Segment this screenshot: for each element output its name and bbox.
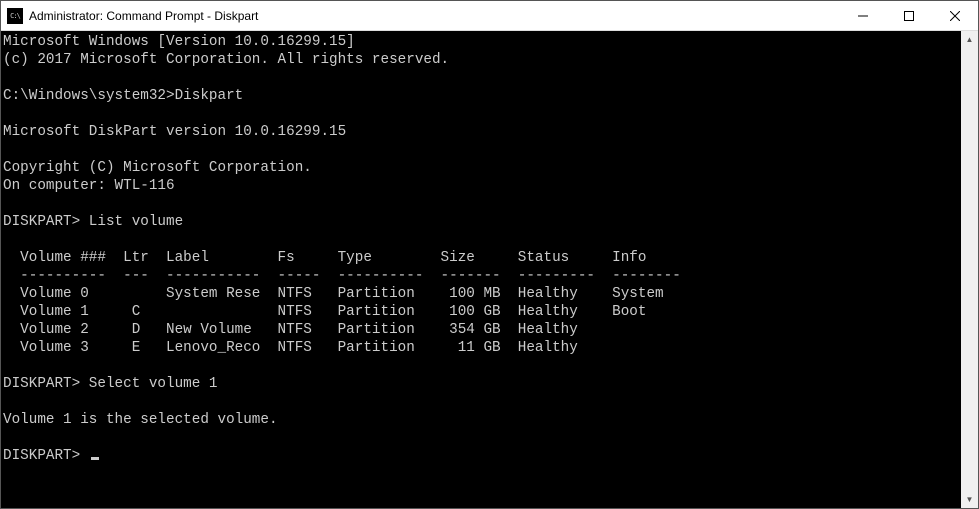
prompt-line: DISKPART>: [3, 448, 89, 464]
cursor-icon: [91, 457, 99, 460]
window-title: Administrator: Command Prompt - Diskpart: [29, 9, 840, 23]
chevron-up-icon: ▲: [966, 35, 974, 44]
output-line: C:\Windows\system32>Diskpart: [3, 88, 243, 104]
scroll-track[interactable]: [961, 48, 978, 491]
close-button[interactable]: [932, 1, 978, 31]
chevron-down-icon: ▼: [966, 495, 974, 504]
minimize-button[interactable]: [840, 1, 886, 31]
scroll-up-button[interactable]: ▲: [961, 31, 978, 48]
output-line: Microsoft Windows [Version 10.0.16299.15…: [3, 34, 355, 50]
maximize-button[interactable]: [886, 1, 932, 31]
output-line: Volume 1 is the selected volume.: [3, 412, 278, 428]
output-line: (c) 2017 Microsoft Corporation. All righ…: [3, 52, 449, 68]
table-row: Volume 0 System Rese NTFS Partition 100 …: [3, 286, 664, 302]
cmd-icon: C:\: [7, 8, 23, 24]
output-line: DISKPART> List volume: [3, 214, 183, 230]
output-line: Copyright (C) Microsoft Corporation.: [3, 160, 312, 176]
terminal-wrapper: Microsoft Windows [Version 10.0.16299.15…: [1, 31, 978, 508]
table-divider: ---------- --- ----------- ----- -------…: [3, 268, 681, 284]
window-controls: [840, 1, 978, 31]
table-header: Volume ### Ltr Label Fs Type Size Status…: [3, 250, 646, 266]
table-row: Volume 2 D New Volume NTFS Partition 354…: [3, 322, 578, 338]
scrollbar[interactable]: ▲ ▼: [961, 31, 978, 508]
table-row: Volume 1 C NTFS Partition 100 GB Healthy…: [3, 304, 646, 320]
titlebar[interactable]: C:\ Administrator: Command Prompt - Disk…: [1, 1, 978, 31]
table-row: Volume 3 E Lenovo_Reco NTFS Partition 11…: [3, 340, 578, 356]
terminal-output[interactable]: Microsoft Windows [Version 10.0.16299.15…: [1, 31, 961, 508]
output-line: Microsoft DiskPart version 10.0.16299.15: [3, 124, 346, 140]
scroll-down-button[interactable]: ▼: [961, 491, 978, 508]
output-line: DISKPART> Select volume 1: [3, 376, 218, 392]
output-line: On computer: WTL-116: [3, 178, 175, 194]
